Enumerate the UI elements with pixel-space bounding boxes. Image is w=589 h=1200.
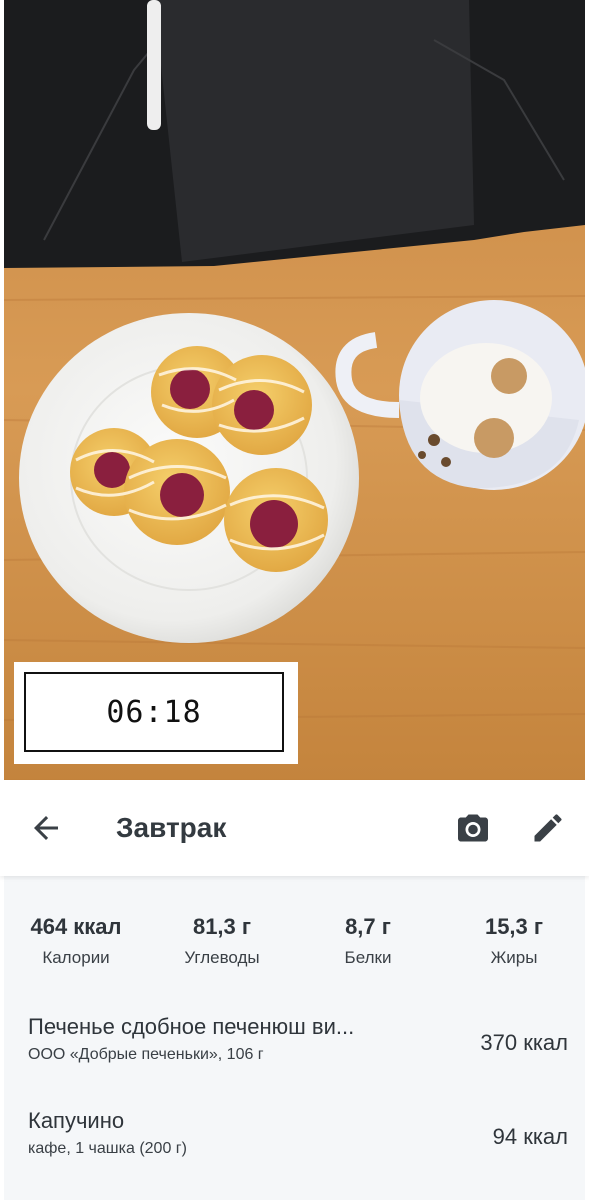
back-button[interactable]: [28, 810, 64, 846]
food-item-details: кафе, 1 чашка (200 г): [28, 1140, 187, 1157]
camera-button[interactable]: [454, 810, 492, 846]
camera-icon: [458, 814, 488, 842]
edit-button[interactable]: [530, 810, 566, 846]
arrow-left-icon: [34, 816, 58, 840]
fat-summary: 15,3 г Жиры: [464, 914, 564, 968]
meal-details: 464 ккал Калории 81,3 г Углеводы 8,7 г Б…: [4, 876, 585, 1200]
carbs-label: Углеводы: [184, 948, 260, 967]
meal-header: Завтрак: [0, 780, 589, 876]
food-item-calories: 94 ккал: [492, 1124, 568, 1149]
protein-summary: 8,7 г Белки: [328, 914, 408, 968]
carbs-summary: 81,3 г Углеводы: [172, 914, 272, 968]
food-item-cappuccino[interactable]: Капучино кафе, 1 чашка (200 г) 94 ккал: [28, 1108, 568, 1158]
fat-label: Жиры: [490, 948, 538, 967]
food-item-cookies[interactable]: Печенье сдобное печенюш ви... ООО «Добры…: [28, 1014, 568, 1064]
calories-summary: 464 ккал Калории: [18, 914, 134, 968]
food-item-name: Капучино: [28, 1108, 125, 1133]
meal-photo[interactable]: 06:18: [4, 0, 585, 780]
photo-time-label: 06:18: [24, 672, 284, 752]
calories-value: 464 ккал: [30, 914, 122, 939]
pencil-icon: [534, 814, 562, 842]
calories-label: Калории: [42, 948, 110, 967]
page-title: Завтрак: [116, 812, 227, 843]
nutrition-summary: 464 ккал Калории 81,3 г Углеводы 8,7 г Б…: [4, 914, 585, 974]
food-item-calories: 370 ккал: [480, 1030, 568, 1055]
protein-value: 8,7 г: [345, 914, 391, 939]
protein-label: Белки: [344, 948, 392, 967]
photo-time-overlay: 06:18: [14, 662, 298, 764]
fat-value: 15,3 г: [484, 914, 544, 939]
carbs-value: 81,3 г: [192, 914, 252, 939]
